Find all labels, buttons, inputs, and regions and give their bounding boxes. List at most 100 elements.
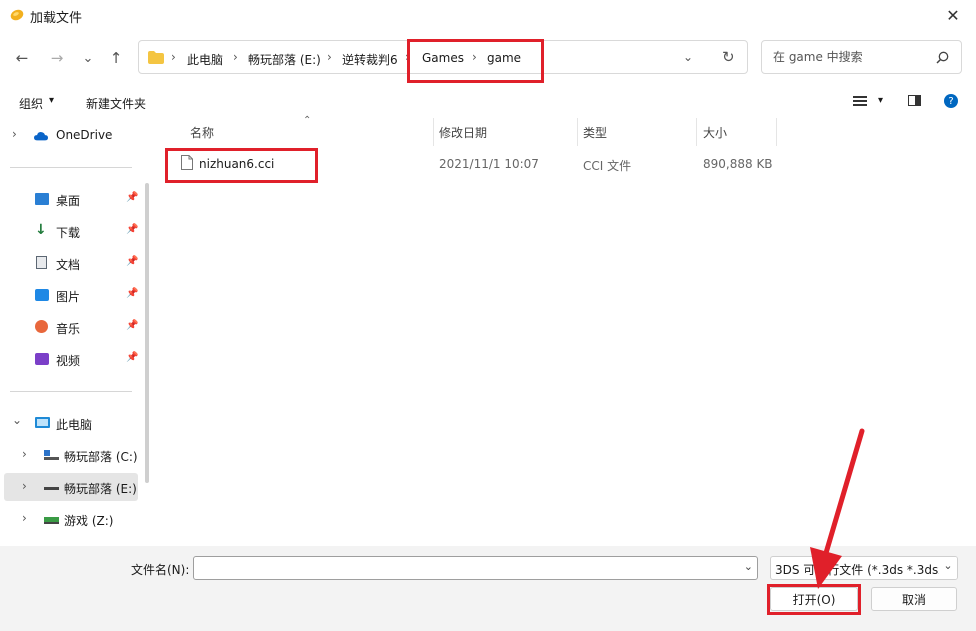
sidebar-item-label: 音乐 (56, 322, 81, 336)
drive-icon (44, 517, 59, 524)
sidebar-item-drive-e[interactable]: › 畅玩部落 (E:) (4, 473, 138, 501)
up-button[interactable]: ↑ (106, 48, 126, 68)
column-header-type[interactable]: 类型 (583, 124, 607, 141)
annotation-arrow (810, 428, 865, 589)
sidebar-item-onedrive[interactable]: › OneDrive (0, 121, 140, 149)
cancel-button-label: 取消 (901, 592, 926, 607)
sidebar-item-label: 畅玩部落 (C:) (64, 450, 138, 464)
forward-arrow-icon: → (50, 49, 64, 67)
pin-icon[interactable]: 📌 (126, 288, 138, 299)
pin-icon[interactable]: 📌 (126, 192, 138, 203)
column-header-name[interactable]: 名称 (190, 124, 214, 141)
desktop-icon (35, 193, 49, 205)
chevron-right-icon[interactable]: › (12, 127, 17, 141)
breadcrumb-item[interactable]: 此电脑 (187, 51, 223, 68)
command-bar (0, 88, 976, 118)
document-icon (36, 256, 47, 269)
sidebar-item-label: 此电脑 (56, 418, 93, 432)
close-button[interactable]: ✕ (930, 0, 976, 30)
search-input[interactable] (771, 49, 935, 65)
sidebar-item-videos[interactable]: 视频 📌 (0, 345, 140, 373)
sidebar-divider (10, 167, 132, 168)
app-icon (10, 9, 24, 21)
picture-icon (35, 289, 49, 301)
drive-icon (44, 487, 59, 490)
up-arrow-icon: ↑ (109, 49, 123, 67)
sidebar-item-label: 文档 (56, 258, 81, 272)
column-divider[interactable] (577, 118, 578, 146)
sidebar-item-label: 下载 (56, 226, 81, 240)
column-header-date[interactable]: 修改日期 (439, 124, 487, 141)
sidebar-item-pictures[interactable]: 图片 📌 (0, 281, 140, 309)
file-size: 890,888 KB (703, 157, 773, 171)
chevron-right-icon[interactable]: › (22, 447, 27, 461)
sidebar-item-desktop[interactable]: 桌面 📌 (0, 185, 140, 213)
drive-icon (44, 450, 59, 460)
sidebar-scrollbar[interactable] (145, 183, 149, 483)
sidebar-item-this-pc[interactable]: ⌄ 此电脑 (0, 409, 140, 437)
download-icon: ↓ (35, 222, 47, 238)
cancel-button[interactable]: 取消 (871, 587, 957, 611)
sidebar-item-label: 畅玩部落 (E:) (64, 482, 137, 496)
sidebar-item-label: OneDrive (56, 128, 113, 142)
breadcrumb-separator: › (171, 50, 176, 64)
sidebar-item-label: 游戏 (Z:) (64, 514, 114, 528)
preview-pane-icon[interactable] (908, 95, 921, 106)
folder-icon (148, 51, 164, 64)
navigation-pane: › OneDrive 桌面 📌 ↓ 下载 📌 文档 📌 图片 📌 音乐 📌 视频… (0, 118, 150, 546)
filename-input[interactable] (198, 560, 732, 576)
sidebar-item-label: 图片 (56, 290, 81, 304)
file-modified: 2021/11/1 10:07 (439, 157, 539, 171)
sidebar-item-downloads[interactable]: ↓ 下载 📌 (0, 217, 140, 245)
forward-button[interactable]: → (47, 48, 67, 68)
column-divider[interactable] (776, 118, 777, 146)
sort-ascending-icon: ⌃ (303, 115, 312, 126)
filename-label: 文件名(N): (131, 563, 190, 577)
close-icon: ✕ (946, 5, 960, 25)
pin-icon[interactable]: 📌 (126, 352, 138, 363)
column-header-size[interactable]: 大小 (703, 124, 727, 141)
search-icon[interactable] (936, 51, 949, 64)
sidebar-divider (10, 391, 132, 392)
chevron-down-icon[interactable]: ⌄ (939, 557, 957, 579)
pin-icon[interactable]: 📌 (126, 256, 138, 267)
search-box[interactable] (761, 40, 962, 74)
organize-caret-icon: ▾ (49, 95, 55, 106)
view-options-caret-icon[interactable]: ▾ (878, 95, 883, 106)
new-folder-button[interactable]: 新建文件夹 (86, 95, 146, 112)
annotation-highlight-path (407, 39, 544, 83)
breadcrumb-item[interactable]: 逆转裁判6 (342, 51, 398, 68)
column-divider[interactable] (696, 118, 697, 146)
title-bar: 加载文件 ✕ (0, 0, 976, 30)
annotation-highlight-file (165, 148, 318, 183)
address-dropdown-icon[interactable]: ⌄ (683, 50, 693, 64)
refresh-icon[interactable]: ↻ (722, 48, 735, 66)
cloud-icon (34, 132, 48, 141)
sidebar-item-documents[interactable]: 文档 📌 (0, 249, 140, 277)
chevron-down-icon[interactable]: ⌄ (12, 413, 22, 427)
sidebar-item-drive-c[interactable]: › 畅玩部落 (C:) (0, 441, 140, 469)
music-icon (35, 320, 48, 333)
pin-icon[interactable]: 📌 (126, 320, 138, 331)
pin-icon[interactable]: 📌 (126, 224, 138, 235)
chevron-right-icon[interactable]: › (22, 511, 27, 525)
sidebar-item-label: 桌面 (56, 194, 81, 208)
help-icon[interactable]: ? (944, 94, 958, 108)
sidebar-item-music[interactable]: 音乐 📌 (0, 313, 140, 341)
recent-locations-button[interactable]: ⌄ (78, 48, 98, 68)
chevron-down-icon[interactable]: ⌄ (744, 560, 753, 573)
sidebar-item-drive-z[interactable]: › 游戏 (Z:) (0, 505, 140, 533)
window-title: 加载文件 (30, 11, 83, 26)
breadcrumb-separator: › (327, 50, 332, 64)
filename-combobox[interactable]: ⌄ (193, 556, 758, 580)
view-list-icon[interactable] (853, 96, 867, 107)
video-icon (35, 353, 49, 365)
chevron-right-icon[interactable]: › (22, 479, 27, 493)
chevron-down-icon: ⌄ (82, 50, 94, 66)
breadcrumb-separator: › (233, 50, 238, 64)
back-button[interactable]: ← (12, 48, 32, 68)
breadcrumb-item[interactable]: 畅玩部落 (E:) (248, 51, 321, 68)
file-type: CCI 文件 (583, 159, 632, 173)
back-arrow-icon: ← (15, 49, 29, 67)
column-divider[interactable] (433, 118, 434, 146)
